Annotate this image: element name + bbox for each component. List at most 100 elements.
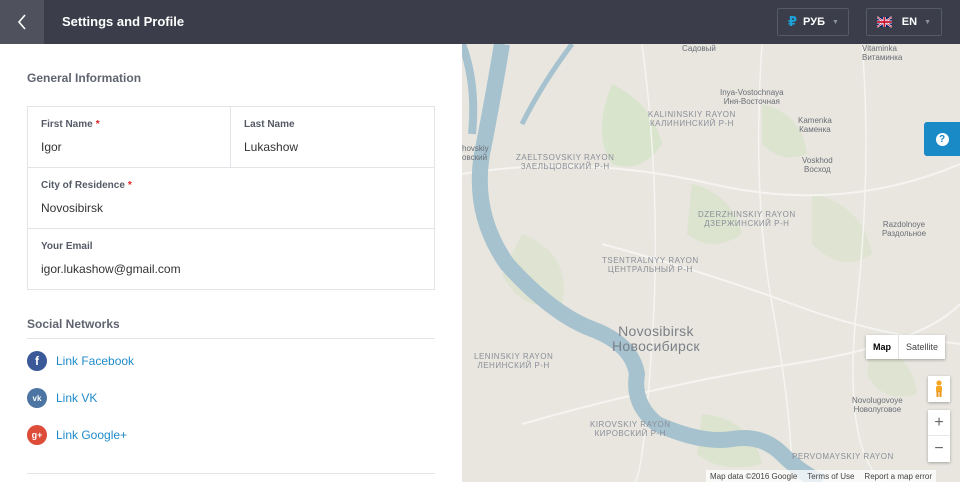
place-label: Inya-Vostochnaya Иня-Восточная	[720, 88, 784, 106]
chevron-down-icon: ▼	[924, 18, 931, 26]
top-bar: Settings and Profile ₽ РУБ ▼ EN ▼	[0, 0, 960, 44]
district-tsentralnyy-en: TSENTRALNYY RAYON	[602, 256, 699, 265]
profile-form: First Name * Igor Last Name Lukashow City…	[27, 106, 435, 290]
district-label: DZERZHINSKIY RAYON ДЗЕРЖИНСКИЙ Р-Н	[698, 210, 796, 228]
place-label: Voskhod Восход	[802, 156, 833, 174]
currency-label: РУБ	[803, 16, 825, 28]
city-label-text: City of Residence	[41, 180, 125, 191]
pegman-icon	[936, 380, 942, 397]
place-novolugovoye-ru: Новолуговое	[853, 405, 902, 414]
vk-icon: vk	[27, 388, 47, 408]
place-hovskiy-ru: овский	[462, 153, 488, 162]
district-label: KIROVSKIY RAYON КИРОВСКИЙ Р-Н	[590, 420, 671, 438]
city-field[interactable]: City of Residence * Novosibirsk	[28, 168, 434, 229]
place-voskhod-ru: Восход	[804, 165, 831, 174]
back-button[interactable]	[0, 0, 44, 44]
place-kamenka-ru: Каменка	[799, 125, 831, 134]
district-dzerzhinskiy-en: DZERZHINSKIY RAYON	[698, 210, 796, 219]
last-name-value: Lukashow	[244, 140, 299, 154]
place-label: Садовый	[682, 44, 716, 53]
currency-selector[interactable]: ₽ РУБ ▼	[777, 8, 849, 36]
district-leninskiy-en: LENINSKIY RAYON	[474, 352, 554, 361]
map-footer: Map data ©2016 Google Terms of Use Repor…	[706, 470, 937, 482]
map-attribution: Map data ©2016 Google	[710, 471, 798, 481]
place-inya-ru: Иня-Восточная	[723, 97, 780, 106]
district-tsentralnyy-ru: ЦЕНТРАЛЬНЫЙ Р-Н	[607, 265, 693, 274]
last-name-label: Last Name	[244, 119, 295, 130]
settings-panel: General Information First Name * Igor Las…	[0, 44, 462, 482]
place-razdolnoye-ru: Раздольное	[882, 229, 927, 238]
email-label: Your Email	[41, 241, 93, 252]
ruble-icon: ₽	[788, 14, 798, 29]
language-selector[interactable]: EN ▼	[866, 8, 942, 36]
help-button[interactable]: ?	[924, 122, 960, 156]
place-label: Kamenka Каменка	[798, 116, 832, 134]
link-vk-label: Link VK	[56, 391, 98, 405]
language-label: EN	[901, 16, 918, 28]
district-kirovskiy-ru: КИРОВСКИЙ Р-Н	[594, 429, 666, 438]
map[interactable]: Садовый Inya-Vostochnaya Иня-Восточная Ka…	[462, 44, 960, 482]
required-marker: *	[95, 119, 100, 130]
district-kirovskiy-en: KIROVSKIY RAYON	[590, 420, 671, 429]
link-facebook-label: Link Facebook	[56, 354, 135, 368]
district-dzerzhinskiy-ru: ДЗЕРЖИНСКИЙ Р-Н	[704, 219, 790, 228]
place-vitaminka-en: Vitaminka	[862, 44, 897, 53]
page-title: Settings and Profile	[62, 14, 185, 29]
map-type-map-button[interactable]: Map	[866, 335, 899, 359]
email-value: igor.lukashow@gmail.com	[41, 262, 181, 276]
place-label: Razdolnoye Раздольное	[882, 220, 926, 238]
city-name-en: Novosibirsk	[618, 323, 694, 339]
place-vitaminka-ru: Витаминка	[862, 53, 903, 62]
chevron-left-icon	[17, 14, 26, 30]
general-info-title: General Information	[27, 71, 142, 85]
city-value: Novosibirsk	[41, 201, 104, 215]
link-google-plus[interactable]: g+ Link Google+	[27, 425, 127, 445]
place-hovskiy-en: hovskiy	[462, 144, 489, 153]
place-inya-en: Inya-Vostochnaya	[720, 88, 784, 97]
report-error-link[interactable]: Report a map error	[864, 472, 932, 481]
place-label: Vitaminka Витаминка	[862, 44, 902, 62]
district-label: TSENTRALNYY RAYON ЦЕНТРАЛЬНЫЙ Р-Н	[602, 256, 699, 274]
zoom-control: + −	[928, 410, 950, 462]
place-label: Novolugovoye Новолуговое	[852, 396, 903, 414]
email-field[interactable]: Your Email igor.lukashow@gmail.com	[28, 229, 434, 289]
uk-flag-icon	[877, 16, 892, 28]
social-networks-title: Social Networks	[27, 317, 120, 331]
google-plus-icon: g+	[27, 425, 47, 445]
district-zaeltsovskiy-en: ZAELTSOVSKIY RAYON	[516, 153, 615, 162]
place-razdolnoye-en: Razdolnoye	[882, 220, 926, 229]
district-pervomayskiy-en: PERVOMAYSKIY RAYON	[792, 452, 894, 461]
divider	[27, 338, 435, 339]
link-facebook[interactable]: f Link Facebook	[27, 351, 134, 371]
map-type-control: Map Satellite	[866, 335, 946, 359]
district-label: ZAELTSOVSKIY RAYON ЗАЕЛЬЦОВСКИЙ Р-Н	[516, 153, 614, 171]
city-name-ru: Новосибирск	[612, 338, 700, 354]
district-leninskiy-ru: ЛЕНИНСКИЙ Р-Н	[477, 361, 550, 370]
terms-link[interactable]: Terms of Use	[807, 472, 854, 481]
first-name-field[interactable]: First Name * Igor	[28, 107, 231, 168]
zoom-out-button[interactable]: −	[928, 436, 950, 462]
facebook-icon: f	[27, 351, 47, 371]
link-google-plus-label: Link Google+	[56, 428, 128, 442]
city-label: City of Residence *	[41, 180, 132, 191]
place-kamenka-en: Kamenka	[798, 116, 832, 125]
first-name-value: Igor	[41, 140, 62, 154]
first-name-label: First Name *	[41, 119, 100, 130]
question-icon: ?	[935, 132, 949, 146]
map-type-satellite-button[interactable]: Satellite	[899, 335, 945, 359]
place-voskhod-en: Voskhod	[802, 156, 833, 165]
district-label: KALININSKIY RAYON КАЛИНИНСКИЙ Р-Н	[648, 110, 736, 128]
pegman-button[interactable]	[928, 376, 950, 402]
first-name-label-text: First Name	[41, 119, 93, 130]
link-vk[interactable]: vk Link VK	[27, 388, 97, 408]
district-kalininskiy-en: KALININSKIY RAYON	[648, 110, 736, 119]
city-label: Novosibirsk Новосибирск	[612, 324, 700, 354]
chevron-down-icon: ▼	[832, 18, 839, 26]
place-novolugovoye-en: Novolugovoye	[852, 396, 903, 405]
district-label: LENINSKIY RAYON ЛЕНИНСКИЙ Р-Н	[474, 352, 553, 370]
divider	[27, 473, 435, 474]
last-name-field[interactable]: Last Name Lukashow	[231, 107, 434, 168]
place-sadovyy-ru: Садовый	[682, 44, 716, 53]
district-zaeltsovskiy-ru: ЗАЕЛЬЦОВСКИЙ Р-Н	[520, 162, 610, 171]
zoom-in-button[interactable]: +	[928, 410, 950, 436]
